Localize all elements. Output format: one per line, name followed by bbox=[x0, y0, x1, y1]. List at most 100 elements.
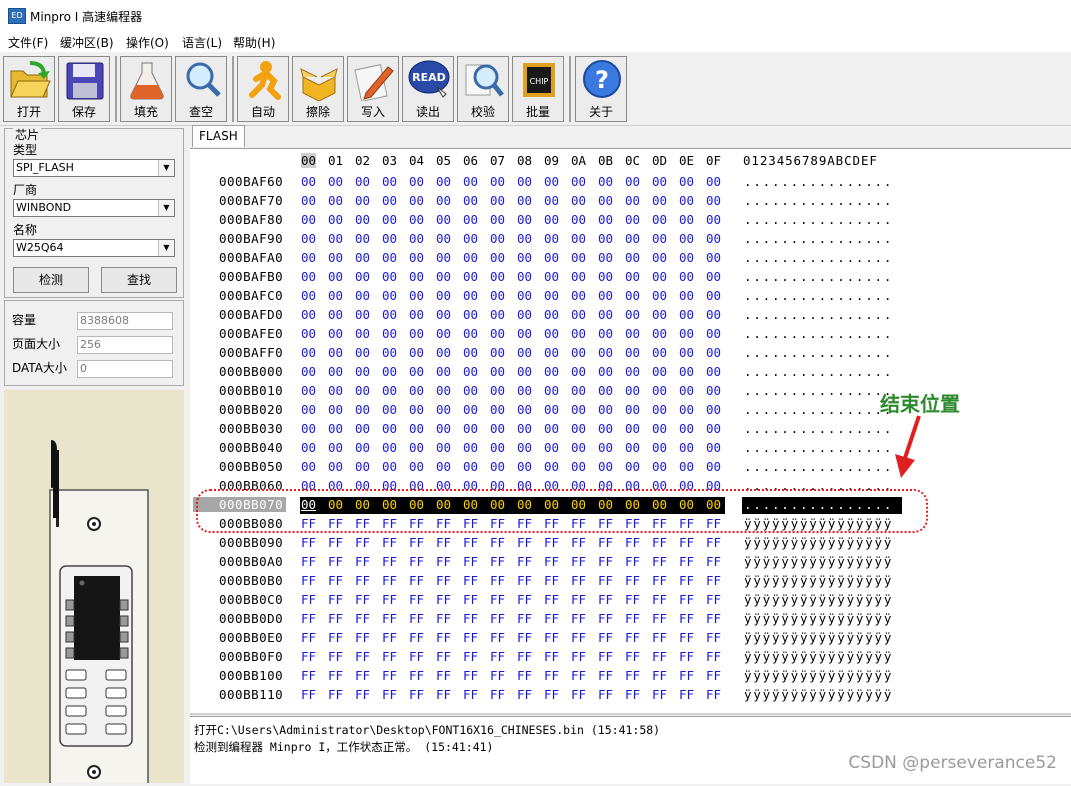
hex-byte[interactable]: FF bbox=[436, 687, 451, 702]
menu-buffer[interactable]: 缓冲区(B) bbox=[60, 34, 114, 51]
hex-byte[interactable]: 00 bbox=[706, 364, 721, 379]
hex-byte[interactable]: FF bbox=[544, 687, 559, 702]
hex-byte[interactable]: 00 bbox=[301, 364, 316, 379]
hex-byte[interactable]: FF bbox=[571, 554, 586, 569]
hex-byte[interactable]: FF bbox=[436, 668, 451, 683]
hex-byte[interactable]: FF bbox=[544, 649, 559, 664]
hex-byte[interactable]: 00 bbox=[625, 402, 640, 417]
hex-byte[interactable]: 00 bbox=[544, 288, 559, 303]
hex-byte[interactable]: FF bbox=[490, 535, 505, 550]
hex-byte[interactable]: FF bbox=[355, 535, 370, 550]
hex-byte[interactable]: 00 bbox=[598, 326, 613, 341]
hex-byte[interactable]: 00 bbox=[301, 212, 316, 227]
hex-byte[interactable]: 00 bbox=[652, 174, 667, 189]
hex-byte[interactable]: FF bbox=[328, 649, 343, 664]
hex-byte[interactable]: 00 bbox=[436, 345, 451, 360]
row-ascii[interactable]: ................ bbox=[744, 193, 893, 208]
hex-byte[interactable]: FF bbox=[436, 630, 451, 645]
hex-byte[interactable]: 00 bbox=[517, 402, 532, 417]
hex-byte[interactable]: 00 bbox=[571, 345, 586, 360]
hex-byte[interactable]: 00 bbox=[436, 212, 451, 227]
hex-byte[interactable]: 00 bbox=[679, 250, 694, 265]
hex-byte[interactable]: FF bbox=[301, 535, 316, 550]
hex-byte[interactable]: 00 bbox=[490, 345, 505, 360]
hex-row[interactable]: 000BB0A0 FF FF FF FF FF FF FF FF FF FF FF FF FF FF FF FF… bbox=[190, 554, 1071, 573]
hex-byte[interactable]: FF bbox=[490, 611, 505, 626]
hex-byte[interactable]: 00 bbox=[409, 193, 424, 208]
blank-check-button[interactable]: 查空 bbox=[175, 56, 227, 122]
hex-byte[interactable]: 00 bbox=[355, 326, 370, 341]
row-ascii[interactable]: ................ bbox=[744, 231, 893, 246]
hex-byte[interactable]: FF bbox=[382, 630, 397, 645]
menu-help[interactable]: 帮助(H) bbox=[233, 34, 275, 51]
hex-byte[interactable]: 00 bbox=[409, 269, 424, 284]
hex-byte[interactable]: 00 bbox=[436, 421, 451, 436]
hex-byte[interactable]: FF bbox=[517, 649, 532, 664]
hex-byte[interactable]: 00 bbox=[463, 440, 478, 455]
hex-byte[interactable]: 00 bbox=[382, 288, 397, 303]
hex-byte[interactable]: FF bbox=[652, 573, 667, 588]
hex-byte[interactable]: 00 bbox=[355, 288, 370, 303]
hex-byte[interactable]: 00 bbox=[355, 383, 370, 398]
hex-byte[interactable]: 00 bbox=[598, 212, 613, 227]
row-ascii[interactable]: ÿÿÿÿÿÿÿÿÿÿÿÿÿÿÿÿ bbox=[744, 554, 893, 569]
hex-byte[interactable]: 00 bbox=[706, 440, 721, 455]
hex-byte[interactable]: 00 bbox=[571, 250, 586, 265]
hex-byte[interactable]: FF bbox=[328, 611, 343, 626]
hex-byte[interactable]: 00 bbox=[544, 364, 559, 379]
hex-byte[interactable]: 00 bbox=[436, 231, 451, 246]
hex-byte[interactable]: 00 bbox=[652, 212, 667, 227]
hex-byte[interactable]: 00 bbox=[301, 326, 316, 341]
hex-byte[interactable]: 00 bbox=[382, 402, 397, 417]
data-size-field[interactable]: 0 bbox=[77, 360, 173, 378]
hex-byte[interactable]: FF bbox=[652, 554, 667, 569]
hex-byte[interactable]: 00 bbox=[490, 212, 505, 227]
hex-byte[interactable]: 00 bbox=[463, 288, 478, 303]
chevron-down-icon[interactable]: ▼ bbox=[158, 240, 174, 256]
hex-byte[interactable]: FF bbox=[706, 611, 721, 626]
row-ascii[interactable]: ................ bbox=[744, 250, 893, 265]
hex-row[interactable]: 000BB0F0 FF FF FF FF FF FF FF FF FF FF FF FF FF FF FF FF… bbox=[190, 649, 1071, 668]
hex-byte[interactable]: 00 bbox=[625, 269, 640, 284]
hex-byte[interactable]: FF bbox=[463, 630, 478, 645]
hex-byte[interactable]: 00 bbox=[355, 212, 370, 227]
hex-byte[interactable]: FF bbox=[571, 573, 586, 588]
hex-byte[interactable]: 00 bbox=[706, 345, 721, 360]
hex-byte[interactable]: 00 bbox=[328, 326, 343, 341]
hex-byte[interactable]: 00 bbox=[355, 250, 370, 265]
hex-byte[interactable]: FF bbox=[625, 592, 640, 607]
hex-byte[interactable]: 00 bbox=[409, 364, 424, 379]
hex-byte[interactable]: 00 bbox=[544, 402, 559, 417]
hex-byte[interactable]: 00 bbox=[706, 326, 721, 341]
hex-byte[interactable]: 00 bbox=[490, 307, 505, 322]
hex-byte[interactable]: FF bbox=[490, 668, 505, 683]
hex-byte[interactable]: FF bbox=[382, 554, 397, 569]
hex-byte[interactable]: 00 bbox=[625, 174, 640, 189]
hex-byte[interactable]: FF bbox=[706, 592, 721, 607]
hex-byte[interactable]: 00 bbox=[409, 231, 424, 246]
hex-byte[interactable]: FF bbox=[625, 554, 640, 569]
hex-byte[interactable]: FF bbox=[490, 592, 505, 607]
hex-byte[interactable]: 00 bbox=[517, 250, 532, 265]
hex-byte[interactable]: 00 bbox=[679, 402, 694, 417]
hex-byte[interactable]: 00 bbox=[679, 345, 694, 360]
row-ascii[interactable]: ................ bbox=[744, 212, 893, 227]
hex-byte[interactable]: FF bbox=[544, 535, 559, 550]
hex-byte[interactable]: 00 bbox=[436, 402, 451, 417]
hex-byte[interactable]: 00 bbox=[463, 364, 478, 379]
hex-byte[interactable]: 00 bbox=[652, 402, 667, 417]
hex-byte[interactable]: 00 bbox=[517, 440, 532, 455]
hex-row[interactable]: 000BB090 FF FF FF FF FF FF FF FF FF FF FF FF FF FF FF FF… bbox=[190, 535, 1071, 554]
hex-byte[interactable]: FF bbox=[409, 573, 424, 588]
name-select[interactable]: W25Q64 ▼ bbox=[13, 239, 175, 257]
hex-byte[interactable]: 00 bbox=[544, 421, 559, 436]
hex-byte[interactable]: FF bbox=[517, 630, 532, 645]
hex-byte[interactable]: 00 bbox=[301, 383, 316, 398]
hex-byte[interactable]: 00 bbox=[382, 440, 397, 455]
hex-byte[interactable]: 00 bbox=[517, 174, 532, 189]
hex-byte[interactable]: 00 bbox=[706, 421, 721, 436]
hex-byte[interactable]: 00 bbox=[544, 231, 559, 246]
hex-byte[interactable]: 00 bbox=[328, 459, 343, 474]
hex-byte[interactable]: 00 bbox=[571, 269, 586, 284]
row-ascii[interactable]: ÿÿÿÿÿÿÿÿÿÿÿÿÿÿÿÿ bbox=[744, 535, 893, 550]
